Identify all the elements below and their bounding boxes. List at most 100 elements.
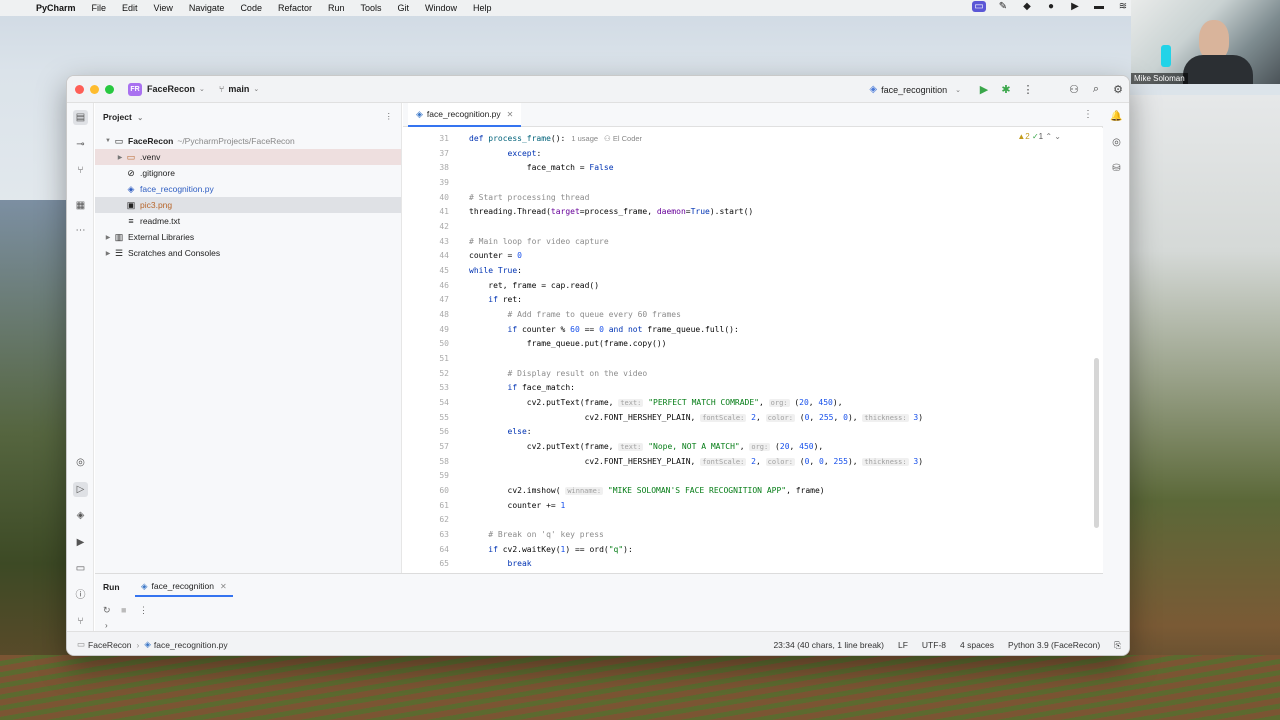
vcs-icon[interactable]: ⑂ [73,614,88,629]
python-file-icon: ◈ [127,183,135,194]
file-encoding[interactable]: UTF-8 [922,640,946,650]
branch-selector[interactable]: main [228,84,249,94]
indent-setting[interactable]: 4 spaces [960,640,994,650]
tab-run-face-recognition[interactable]: ◈ face_recognition ✕ [135,577,233,597]
breadcrumb-project[interactable]: FaceRecon [88,640,131,650]
code-line: 62 [403,512,1083,526]
notifications-icon[interactable]: 🔔 [1109,111,1124,126]
lock-icon[interactable]: ⎘ [1114,640,1121,651]
tree-item-venv[interactable]: ▶ ▭ .venv [95,149,401,165]
search-icon[interactable]: ⌕ [1085,83,1107,96]
gear-icon[interactable]: ⚙ [1107,83,1129,96]
more-icon[interactable]: ⋮ [1017,83,1039,96]
code-line: 39 [403,175,1083,189]
menu-edit[interactable]: Edit [122,3,138,13]
chevron-right-icon[interactable]: ▶ [115,154,125,161]
tree-item-pic3[interactable]: ▣ pic3.png [95,197,401,213]
media-icon[interactable]: ▶ [1068,1,1082,12]
screen-share-icon[interactable]: ▭ [972,1,986,12]
tree-item-root[interactable]: ▼ ▭ FaceRecon ~/PycharmProjects/FaceReco… [95,133,401,149]
tree-item-gitignore[interactable]: ⊘ .gitignore [95,165,401,181]
menu-refactor[interactable]: Refactor [278,3,312,13]
close-window-button[interactable] [75,84,84,94]
python-interpreter[interactable]: Python 3.9 (FaceRecon) [1008,640,1100,650]
code-line: 50 frame_queue.put(frame.copy()) [403,336,1083,350]
tree-item-label: .venv [140,152,161,162]
tree-item-readme[interactable]: ≡ readme.txt [95,213,401,229]
usage-hint[interactable]: 1 usage [571,134,598,143]
close-icon[interactable]: ✕ [220,582,227,591]
tree-item-label: face_recognition.py [140,184,214,194]
menu-tools[interactable]: Tools [360,3,381,13]
tree-item-external-libraries[interactable]: ▶ ▥ External Libraries [95,229,401,245]
menu-view[interactable]: View [154,3,173,13]
editor-scrollbar[interactable] [1094,358,1099,528]
run-icon[interactable]: ▶ [973,83,995,96]
pycharm-window: FR FaceRecon ⌄ ⑂ main ⌄ ◈ face_recogniti… [66,75,1130,656]
code-line: 53 if face_match: [403,380,1083,394]
python-console-icon[interactable]: ◎ [73,455,88,470]
chevron-down-icon: ⌄ [137,115,144,122]
menu-run[interactable]: Run [328,3,345,13]
menu-file[interactable]: File [92,3,107,13]
line-separator[interactable]: LF [898,640,908,650]
pen-icon[interactable]: ✎ [996,1,1010,12]
debug-icon[interactable]: ✱ [995,83,1017,96]
tab-face-recognition[interactable]: ◈ face_recognition.py ✕ [408,103,522,127]
desktop-wallpaper-right [1130,95,1280,720]
more-tools-icon[interactable]: ⋯ [73,223,88,238]
line-number: 53 [439,382,449,392]
structure-icon[interactable]: ▦ [73,198,88,213]
project-panel: Project ⌄ ⋮ ▼ ▭ FaceRecon ~/PycharmProje… [95,103,402,573]
services-icon[interactable]: ▶ [73,535,88,550]
ai-assistant-icon[interactable]: ◎ [1109,137,1124,152]
breadcrumb-project-icon: ▭ [77,639,86,649]
more-icon[interactable]: ⋮ [1083,109,1093,120]
problems-icon[interactable]: ⓘ [73,588,88,603]
menu-git[interactable]: Git [398,3,410,13]
minimize-window-button[interactable] [90,84,99,94]
run-tool-icon[interactable]: ▷ [73,482,88,497]
chevron-down-icon[interactable]: ▼ [103,138,113,144]
menu-help[interactable]: Help [473,3,492,13]
zoom-window-button[interactable] [105,84,114,94]
menu-app-name[interactable]: PyCharm [36,3,76,13]
breadcrumb-file[interactable]: face_recognition.py [154,640,228,650]
folder-icon[interactable]: ▤ [73,110,88,125]
wifi-icon[interactable]: ≋ [1116,1,1130,12]
git-icon[interactable]: ⑂ [73,163,88,178]
project-panel-header[interactable]: Project ⌄ [103,112,143,122]
commit-icon[interactable]: ⊸ [73,137,88,152]
battery-icon[interactable]: ▬ [1092,1,1106,12]
menu-code[interactable]: Code [240,3,262,13]
panel-options-icon[interactable]: ⋮ [385,111,394,122]
line-number: 49 [439,324,449,334]
menu-window[interactable]: Window [425,3,457,13]
tree-item-scratches[interactable]: ▶ ☰ Scratches and Consoles [95,245,401,261]
code-line: 56 else: [403,424,1083,438]
cursor-position[interactable]: 23:34 (40 chars, 1 line break) [773,640,884,650]
diamond-icon[interactable]: ◆ [1020,1,1034,12]
close-icon[interactable]: ✕ [507,110,514,119]
code-editor[interactable]: ▲2 ✓1 ⌃ ⌄ 31 def process_frame(): 1 usag… [403,128,1103,573]
project-selector[interactable]: FaceRecon [147,84,195,94]
add-user-icon[interactable]: ⚇ [1063,83,1085,96]
breadcrumb: ▭ FaceRecon › ◈ face_recognition.py [77,639,228,650]
layers-icon[interactable]: ◈ [73,508,88,523]
tree-item-face-recognition[interactable]: ◈ face_recognition.py [95,181,401,197]
more-icon[interactable]: ⋮ [139,605,148,616]
ide-titlebar: FR FaceRecon ⌄ ⑂ main ⌄ ◈ face_recogniti… [67,76,1129,103]
database-icon[interactable]: ⛁ [1109,163,1124,178]
stop-icon[interactable]: ■ [121,605,126,615]
terminal-icon[interactable]: ▭ [73,561,88,576]
project-badge: FR [128,82,142,96]
run-config-selector[interactable]: face_recognition [881,85,947,95]
code-line: 63 # Break on 'q' key press [403,527,1083,541]
chevron-right-icon[interactable]: ▶ [103,234,113,241]
code-line: 49 if counter % 60 == 0 and not frame_qu… [403,322,1083,336]
menu-navigate[interactable]: Navigate [189,3,225,13]
code-line: 45 while True: [403,263,1083,277]
chevron-right-icon[interactable]: ▶ [103,250,113,257]
rerun-icon[interactable]: ↻ [103,605,111,616]
g-icon[interactable]: ● [1044,1,1058,12]
